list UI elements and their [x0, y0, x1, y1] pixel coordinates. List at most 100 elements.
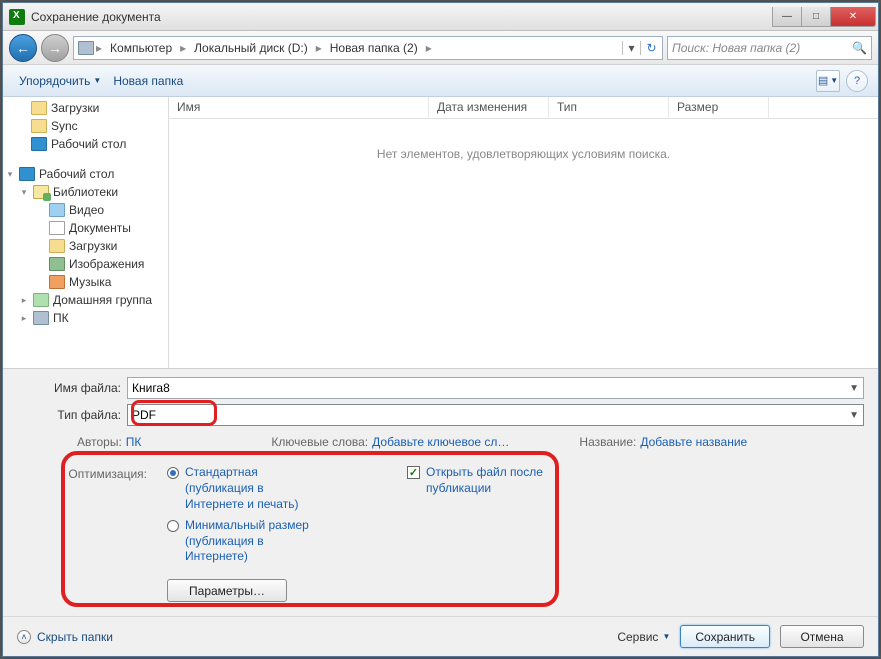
column-headers: Имя Дата изменения Тип Размер	[169, 97, 878, 119]
save-dialog-window: Сохранение документа — □ ✕ ← → ▸ Компьют…	[2, 2, 879, 657]
authors-value[interactable]: ПК	[126, 435, 142, 449]
view-mode-button[interactable]: ▤ ▼	[816, 70, 840, 92]
expand-icon[interactable]: ▸	[19, 295, 29, 306]
desktop-icon	[31, 137, 47, 151]
desktop-icon	[19, 167, 35, 181]
maximize-button[interactable]: □	[801, 7, 831, 27]
radio-minimal-label: Минимальный размер (публикация в Интерне…	[185, 518, 317, 565]
breadcrumb-sep: ▸	[314, 41, 324, 55]
toolbar: Упорядочить ▼ Новая папка ▤ ▼ ?	[3, 65, 878, 97]
tree-item-label: Изображения	[69, 257, 144, 271]
search-input[interactable]: Поиск: Новая папка (2) 🔍	[667, 36, 872, 60]
breadcrumb-disk[interactable]: Локальный диск (D:)	[188, 39, 314, 57]
tree-item[interactable]: Документы	[3, 219, 168, 237]
home-icon	[33, 293, 49, 307]
list-view-icon: ▤	[818, 74, 828, 87]
tree-item-label: Документы	[69, 221, 131, 235]
titlebar[interactable]: Сохранение документа — □ ✕	[3, 3, 878, 31]
pic-icon	[49, 257, 65, 271]
chevron-down-icon[interactable]: ▼	[849, 383, 859, 394]
filetype-value: PDF	[132, 408, 156, 422]
hide-folders-label: Скрыть папки	[37, 630, 113, 644]
pc-icon	[33, 311, 49, 325]
tree-item-label: Домашняя группа	[53, 293, 152, 307]
back-button[interactable]: ←	[9, 34, 37, 62]
address-bar[interactable]: ▸ Компьютер ▸ Локальный диск (D:) ▸ Нова…	[73, 36, 663, 60]
help-icon: ?	[854, 75, 860, 87]
folder-icon	[49, 239, 65, 253]
refresh-button[interactable]: ↻	[640, 41, 662, 55]
expand-icon[interactable]: ▾	[19, 187, 29, 198]
expand-icon[interactable]: ▾	[5, 169, 15, 180]
tree-item-label: Sync	[51, 119, 78, 133]
hide-folders-toggle[interactable]: ˄ Скрыть папки	[17, 630, 113, 644]
radio-minimal[interactable]: Минимальный размер (публикация в Интерне…	[167, 518, 317, 565]
breadcrumb-sep: ▸	[424, 41, 434, 55]
optimize-label: Оптимизация:	[67, 465, 147, 602]
authors-label: Авторы:	[77, 435, 122, 449]
chevron-up-icon: ˄	[17, 630, 31, 644]
empty-message: Нет элементов, удовлетворяющих условиям …	[169, 119, 878, 189]
checkbox-open-after[interactable]: ✓ Открыть файл после публикации	[407, 465, 567, 496]
tree-item[interactable]: ▸ Домашняя группа	[3, 291, 168, 309]
parameters-button[interactable]: Параметры…	[167, 579, 287, 602]
tree-item-label: Рабочий стол	[39, 167, 114, 181]
new-folder-button[interactable]: Новая папка	[107, 70, 189, 92]
tree-item-label: Библиотеки	[53, 185, 118, 199]
help-button[interactable]: ?	[846, 70, 868, 92]
tree-item[interactable]: Видео	[3, 201, 168, 219]
folder-icon	[31, 101, 47, 115]
tree-item-label: Загрузки	[51, 101, 99, 115]
tree-item-label: Видео	[69, 203, 104, 217]
title-value[interactable]: Добавьте название	[640, 435, 747, 449]
file-list-pane: Имя Дата изменения Тип Размер Нет элемен…	[169, 97, 878, 368]
column-type[interactable]: Тип	[549, 97, 669, 118]
lib-icon	[33, 185, 49, 199]
radio-off-icon	[167, 520, 179, 532]
close-button[interactable]: ✕	[830, 7, 876, 27]
search-icon[interactable]: 🔍	[852, 41, 867, 55]
chevron-down-icon: ▼	[93, 76, 101, 85]
cancel-button[interactable]: Отмена	[780, 625, 864, 648]
radio-on-icon	[167, 467, 179, 479]
tree-item[interactable]: Sync	[3, 117, 168, 135]
forward-button[interactable]: →	[41, 34, 69, 62]
optimization-block: Оптимизация: Стандартная (публикация в И…	[17, 457, 864, 606]
radio-standard[interactable]: Стандартная (публикация в Интернете и пе…	[167, 465, 317, 512]
tree-item[interactable]: Изображения	[3, 255, 168, 273]
address-dropdown[interactable]: ▾	[622, 41, 640, 55]
breadcrumb-sep: ▸	[178, 41, 188, 55]
expand-icon[interactable]: ▸	[19, 313, 29, 324]
service-menu[interactable]: Сервис ▼	[617, 630, 670, 644]
computer-icon	[78, 41, 94, 55]
music-icon	[49, 275, 65, 289]
tree-item[interactable]: ▾ Рабочий стол	[3, 165, 168, 183]
breadcrumb-computer[interactable]: Компьютер	[104, 39, 178, 57]
chevron-down-icon[interactable]: ▼	[849, 410, 859, 421]
tree-item[interactable]: ▸ПК	[3, 309, 168, 327]
tree-item[interactable]: Музыка	[3, 273, 168, 291]
filetype-dropdown[interactable]: PDF ▼	[127, 404, 864, 426]
window-buttons: — □ ✕	[772, 7, 878, 27]
video-icon	[49, 203, 65, 217]
window-title: Сохранение документа	[31, 10, 772, 24]
organize-menu[interactable]: Упорядочить ▼	[13, 70, 107, 92]
title-label: Название:	[579, 435, 636, 449]
tree-item[interactable]: ▾ Библиотеки	[3, 183, 168, 201]
column-size[interactable]: Размер	[669, 97, 769, 118]
column-name[interactable]: Имя	[169, 97, 429, 118]
filename-value: Книга8	[132, 381, 170, 395]
organize-label: Упорядочить	[19, 74, 90, 88]
tree-item[interactable]: Рабочий стол	[3, 135, 168, 153]
breadcrumb-folder[interactable]: Новая папка (2)	[324, 39, 424, 57]
minimize-button[interactable]: —	[772, 7, 802, 27]
filename-input[interactable]: Книга8 ▼	[127, 377, 864, 399]
service-label: Сервис	[617, 630, 658, 644]
tree-item[interactable]: Загрузки	[3, 99, 168, 117]
folder-tree[interactable]: Загрузки Sync Рабочий стол ▾ Рабочий стол ▾ Би…	[3, 97, 169, 368]
tree-item[interactable]: Загрузки	[3, 237, 168, 255]
chevron-down-icon: ▼	[662, 632, 670, 641]
keywords-value[interactable]: Добавьте ключевое сл…	[372, 435, 509, 449]
column-date[interactable]: Дата изменения	[429, 97, 549, 118]
save-button[interactable]: Сохранить	[680, 625, 770, 648]
